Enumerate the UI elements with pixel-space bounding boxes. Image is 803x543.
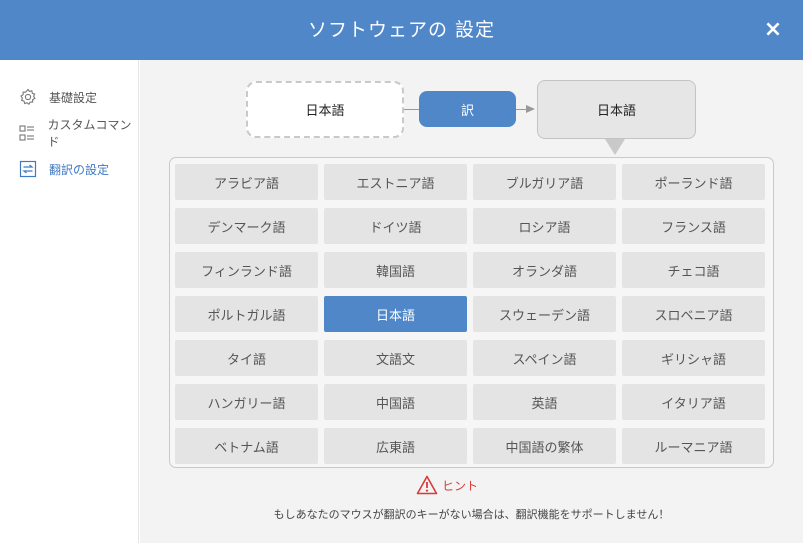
- language-option[interactable]: ベトナム語: [175, 428, 318, 464]
- sidebar-item-custom-commands[interactable]: カスタムコマンド: [18, 118, 136, 149]
- language-option[interactable]: タイ語: [175, 340, 318, 376]
- language-option[interactable]: チェコ語: [622, 252, 765, 288]
- support-note: もしあなたのマウスが翻訳のキーがない場合は、翻訳機能をサポートしません！: [273, 508, 670, 521]
- language-option[interactable]: スウェーデン語: [473, 296, 616, 332]
- language-option[interactable]: 中国語: [324, 384, 467, 420]
- language-option[interactable]: 英語: [473, 384, 616, 420]
- sidebar-item-label: 翻訳の設定: [49, 162, 110, 177]
- language-option[interactable]: イタリア語: [622, 384, 765, 420]
- connector-line: [404, 109, 420, 110]
- language-option[interactable]: 中国語の繁体: [473, 428, 616, 464]
- hint-label: ヒント: [442, 478, 479, 493]
- translate-icon: [18, 159, 38, 179]
- language-option[interactable]: オランダ語: [473, 252, 616, 288]
- language-option[interactable]: 文語文: [324, 340, 467, 376]
- language-option[interactable]: ギリシャ語: [622, 340, 765, 376]
- target-language-box[interactable]: 日本語: [537, 80, 696, 139]
- sidebar-item-label: 基礎設定: [49, 90, 98, 105]
- language-option[interactable]: スペイン語: [473, 340, 616, 376]
- close-button[interactable]: ×: [761, 18, 785, 42]
- sidebar-item-basic-settings[interactable]: 基礎設定: [18, 86, 136, 108]
- language-option[interactable]: エストニア語: [324, 164, 467, 200]
- source-language-box[interactable]: 日本語: [246, 81, 404, 138]
- language-option[interactable]: ハンガリー語: [175, 384, 318, 420]
- language-option[interactable]: ブルガリア語: [473, 164, 616, 200]
- list-icon: [18, 123, 36, 143]
- language-option[interactable]: ロシア語: [473, 208, 616, 244]
- language-option[interactable]: 日本語: [324, 296, 467, 332]
- sidebar-item-label: カスタムコマンド: [47, 118, 132, 149]
- translation-settings-panel: 日本語 訳 日本語 アラビア語 エストニア語 ブルガリア語 ポーランド語デンマーク語ド…: [140, 60, 803, 543]
- sidebar: 基礎設定 カスタムコマンド 翻訳の設定: [0, 60, 139, 543]
- language-option[interactable]: ドイツ語: [324, 208, 467, 244]
- hint: ヒント: [416, 474, 478, 496]
- pointer-down-icon: [605, 139, 625, 155]
- language-option[interactable]: デンマーク語: [175, 208, 318, 244]
- arrow-right-icon: [526, 105, 535, 113]
- language-option[interactable]: アラビア語: [175, 164, 318, 200]
- language-grid: アラビア語 エストニア語 ブルガリア語 ポーランド語デンマーク語 ドイツ語 ロシア語 フラン…: [175, 164, 765, 464]
- window-title: ソフトウェアの 設定: [307, 19, 496, 41]
- sidebar-item-translation-settings[interactable]: 翻訳の設定: [18, 158, 136, 180]
- language-option[interactable]: 韓国語: [324, 252, 467, 288]
- language-option[interactable]: フランス語: [622, 208, 765, 244]
- language-option[interactable]: 広東語: [324, 428, 467, 464]
- language-option[interactable]: ポルトガル語: [175, 296, 318, 332]
- language-option[interactable]: ポーランド語: [622, 164, 765, 200]
- language-option[interactable]: ルーマニア語: [622, 428, 765, 464]
- translate-key-button[interactable]: 訳: [419, 91, 516, 127]
- language-list-panel: アラビア語 エストニア語 ブルガリア語 ポーランド語デンマーク語 ドイツ語 ロシア語 フラン…: [169, 157, 774, 468]
- gear-icon: [18, 87, 38, 107]
- language-option[interactable]: スロベニア語: [622, 296, 765, 332]
- title-bar: ソフトウェアの 設定 ×: [0, 0, 803, 60]
- language-option[interactable]: フィンランド語: [175, 252, 318, 288]
- warning-icon: [416, 475, 438, 495]
